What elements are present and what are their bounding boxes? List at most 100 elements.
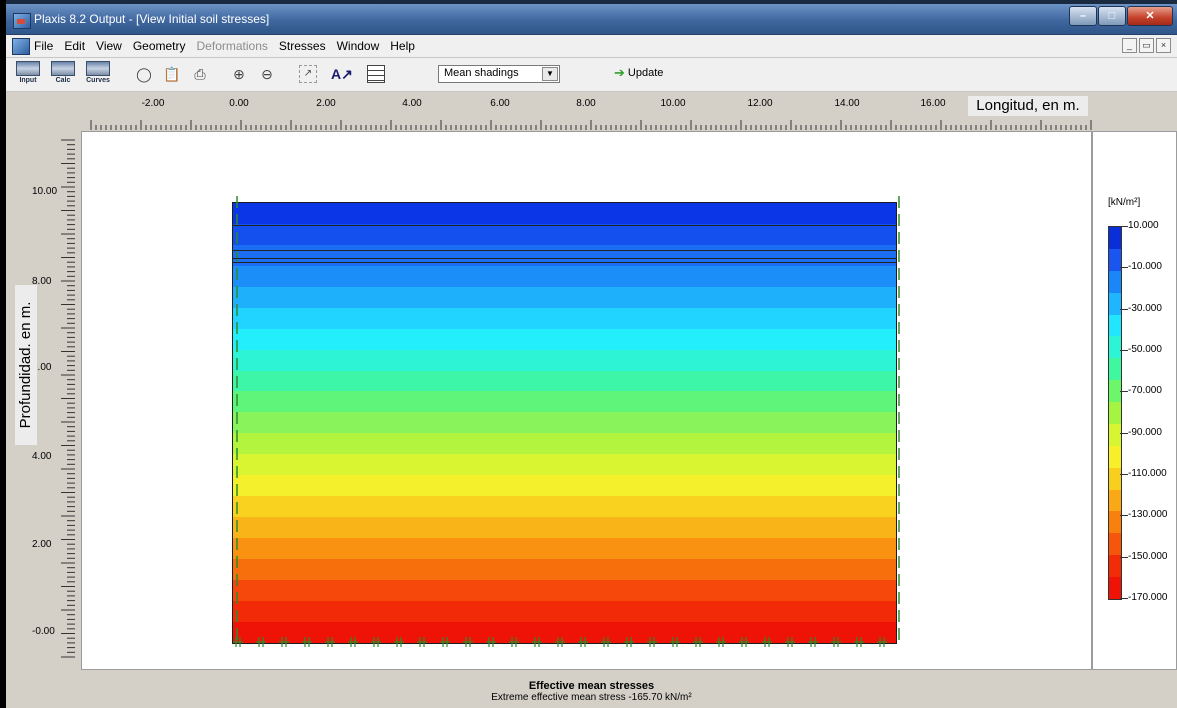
- legend-value-label: -50.000: [1128, 344, 1162, 355]
- stress-band: [233, 286, 896, 308]
- zoom-out-icon[interactable]: ⊖: [258, 65, 276, 83]
- table-icon[interactable]: [367, 65, 385, 83]
- legend-color-band: [1109, 292, 1121, 315]
- stress-band: [233, 203, 896, 224]
- stress-band: [233, 349, 896, 371]
- stress-band: [233, 496, 896, 518]
- curves-program-icon: [86, 61, 110, 76]
- stress-shading-plot[interactable]: [232, 202, 897, 644]
- legend-color-band: [1109, 227, 1121, 249]
- minimize-button[interactable]: –: [1069, 6, 1097, 26]
- view-type-select[interactable]: Mean shadings ▼: [438, 65, 560, 83]
- y-tick-label: -0.00: [32, 626, 55, 637]
- plaxis-app-icon[interactable]: [13, 13, 31, 29]
- legend-value-label: -110.000: [1128, 468, 1167, 479]
- stress-band: [233, 475, 896, 497]
- stress-band: [233, 433, 896, 455]
- calc-program-button[interactable]: Calc: [51, 61, 75, 84]
- menu-view[interactable]: View: [96, 39, 122, 53]
- mdi-minimize-button[interactable]: _: [1122, 38, 1137, 53]
- legend-color-band: [1109, 467, 1121, 490]
- copy-icon[interactable]: 📋: [163, 65, 181, 83]
- legend-tick: [1120, 474, 1128, 475]
- minimize-icon: –: [1079, 10, 1087, 22]
- label-icon[interactable]: A↗: [331, 65, 353, 83]
- x-axis-title: Longitud, en m.: [968, 96, 1088, 116]
- document-icon[interactable]: [12, 38, 30, 55]
- legend-color-band: [1109, 336, 1121, 359]
- horizontal-ruler: [90, 120, 1092, 130]
- stress-band: [233, 454, 896, 476]
- soil-layer-boundary: [232, 258, 897, 259]
- input-program-button[interactable]: Input: [16, 61, 40, 84]
- menu-deformations[interactable]: Deformations: [197, 39, 268, 53]
- menu-window[interactable]: Window: [337, 39, 380, 53]
- legend-value-label: -130.000: [1128, 509, 1168, 521]
- menu-geometry[interactable]: Geometry: [133, 39, 186, 53]
- legend-color-band: [1109, 533, 1121, 556]
- open-icon[interactable]: ◯: [135, 65, 153, 83]
- stress-band: [233, 265, 896, 287]
- legend-color-band: [1109, 402, 1121, 424]
- zoom-in-icon[interactable]: ⊕: [230, 65, 248, 83]
- x-tick-label: 14.00: [834, 98, 860, 109]
- stress-band: [233, 412, 896, 434]
- legend-value-label: -10.000: [1128, 261, 1162, 273]
- toolbar: Input Calc Curves ◯ 📋 ⎙ ⊕ ⊖ ↗ A↗ Mean sh…: [6, 58, 1177, 92]
- menu-file[interactable]: File: [34, 39, 53, 53]
- legend-panel: [1092, 131, 1177, 670]
- menu-stresses[interactable]: Stresses: [279, 39, 326, 53]
- legend-tick: [1120, 556, 1128, 558]
- stress-band: [233, 558, 896, 580]
- legend-unit: [kN/m²]: [1108, 197, 1141, 208]
- legend-color-band: [1109, 423, 1121, 446]
- maximize-button[interactable]: □: [1098, 6, 1126, 26]
- curves-label: Curves: [86, 77, 110, 84]
- stress-band: [233, 517, 896, 538]
- legend-value-label: 10.000: [1128, 220, 1159, 231]
- soil-layer-boundary: [232, 225, 897, 226]
- update-button[interactable]: ➔ Update: [614, 66, 664, 79]
- legend-tick: [1120, 391, 1128, 393]
- cross-section-icon[interactable]: ↗: [299, 65, 317, 83]
- stress-band: [233, 621, 896, 643]
- input-program-icon: [16, 61, 40, 76]
- window-controls: – □ ✕: [1068, 6, 1173, 26]
- x-tick-label: 12.00: [747, 98, 773, 109]
- legend-color-band: [1109, 314, 1121, 337]
- vertical-ruler: [61, 139, 75, 658]
- plot-title: Effective mean stresses: [528, 680, 655, 692]
- print-icon[interactable]: ⎙: [191, 65, 209, 83]
- input-label: Input: [19, 77, 37, 84]
- mdi-close-button[interactable]: ×: [1156, 38, 1171, 53]
- y-axis-title: Profundidad. en m.: [15, 285, 37, 445]
- plot-subtitle: Extreme effective mean stress -165.70 kN…: [491, 692, 692, 703]
- menu-edit[interactable]: Edit: [64, 39, 85, 53]
- legend-color-bar: [1108, 226, 1122, 600]
- stress-band: [233, 307, 896, 329]
- mdi-restore-button[interactable]: ▭: [1139, 38, 1154, 53]
- stress-band: [233, 391, 896, 413]
- close-icon: ✕: [1145, 10, 1155, 22]
- stress-band: [233, 328, 896, 350]
- x-tick-label: 10.00: [660, 98, 686, 109]
- stress-band: [233, 223, 896, 245]
- view-type-value: Mean shadings: [444, 67, 519, 79]
- menubar: File Edit View Geometry Deformations Stresses…: [6, 35, 1177, 58]
- y-tick-label: 2.00: [32, 539, 52, 550]
- legend-value-label: -150.000: [1128, 550, 1168, 562]
- x-tick-label: 0.00: [229, 98, 249, 109]
- menu-help[interactable]: Help: [390, 39, 415, 53]
- chevron-down-icon[interactable]: ▼: [542, 67, 558, 81]
- update-label: Update: [627, 67, 664, 79]
- maximize-icon: □: [1108, 10, 1116, 22]
- stress-band: [233, 579, 896, 601]
- legend-tick: [1120, 226, 1128, 227]
- x-tick-label: 8.00: [576, 98, 596, 109]
- menu-list: File Edit View Geometry Deformations Stresses…: [34, 39, 415, 53]
- close-button[interactable]: ✕: [1127, 6, 1173, 26]
- y-tick-label: 10.00: [32, 186, 58, 197]
- legend-value-label: -170.000: [1128, 592, 1168, 603]
- soil-layer-boundary: [232, 262, 897, 263]
- curves-program-button[interactable]: Curves: [86, 61, 110, 84]
